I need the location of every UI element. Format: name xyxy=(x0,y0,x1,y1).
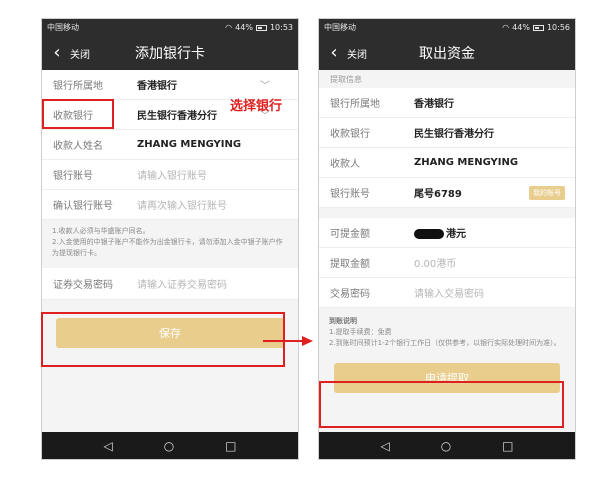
note-line: 1.收款人必须与华盛账户同名。 xyxy=(52,227,150,235)
notice-line: 1.提取手续费：免费 xyxy=(329,328,392,336)
row-bank-account[interactable]: 银行账号 请输入银行账号 xyxy=(42,160,298,190)
redacted-mark xyxy=(414,229,444,239)
recents-square-icon[interactable]: □ xyxy=(502,439,513,453)
field-label: 交易密码 xyxy=(330,289,370,300)
bank-account-input[interactable]: 请输入银行账号 xyxy=(137,167,207,182)
highlight-submit-button xyxy=(319,381,564,428)
carrier-label: 中国移动 xyxy=(324,23,356,32)
phone-screen-add-bank-card: 中国移动 ◠ 44% 10:53 ‹ 关闭 添加银行卡 银行所属地 香港银行 ﹀… xyxy=(41,18,299,460)
row-trade-password[interactable]: 证券交易密码 请输入证券交易密码 xyxy=(42,268,298,300)
battery-icon xyxy=(255,24,267,31)
close-button[interactable]: 关闭 xyxy=(347,46,367,61)
field-label: 收款人姓名 xyxy=(53,141,103,152)
payee-value: ZHANG MENGYING xyxy=(414,157,519,168)
currency-suffix: 港元 xyxy=(446,229,466,240)
annotation-choose-bank: 选择银行 xyxy=(230,99,283,114)
notice: 到账说明 1.提取手续费：免费 2.到账时间预计1-2个银行工作日（仅供参考，以… xyxy=(319,316,575,355)
android-nav-bar: ◁ ○ □ xyxy=(42,432,298,459)
row-receiving-bank: 收款银行 民生银行香港分行 xyxy=(319,118,575,148)
notice-title: 到账说明 xyxy=(329,317,357,325)
trade-password-input[interactable]: 请输入证券交易密码 xyxy=(137,276,227,291)
row-bank-region: 银行所属地 香港银行 xyxy=(319,88,575,118)
home-circle-icon[interactable]: ○ xyxy=(441,439,451,453)
battery-icon xyxy=(532,24,544,31)
my-account-badge: 我的账号 xyxy=(529,185,565,200)
trade-password-input[interactable]: 请输入交易密码 xyxy=(414,285,484,300)
withdraw-amount-input[interactable]: 0.00港币 xyxy=(414,255,456,270)
arrow-right-icon xyxy=(263,336,313,346)
android-nav-bar: ◁ ○ □ xyxy=(319,432,575,459)
bank-region-value: 香港银行 xyxy=(414,99,454,110)
receiving-bank-value: 民生银行香港分行 xyxy=(137,111,217,122)
divider xyxy=(319,208,575,218)
nav-bar: ‹ 关闭 取出资金 xyxy=(319,36,575,70)
recents-square-icon[interactable]: □ xyxy=(225,439,236,453)
notes: 1.收款人必须与华盛账户同名。 2.入金使用的中银子账户不能作为出金银行卡，请勿… xyxy=(42,220,298,268)
status-bar: 中国移动 ◠ 44% 10:56 xyxy=(319,19,575,36)
back-chevron-icon[interactable]: ‹ xyxy=(46,36,68,70)
status-bar: 中国移动 ◠ 44% 10:53 xyxy=(42,19,298,36)
back-triangle-icon[interactable]: ◁ xyxy=(103,439,112,453)
note-line: 2.入金使用的中银子账户不能作为出金银行卡，请勿添加入金中银子账户作为提现银行卡… xyxy=(52,238,283,257)
row-trade-password[interactable]: 交易密码 请输入交易密码 xyxy=(319,278,575,308)
field-label: 提取金额 xyxy=(330,259,370,270)
field-label: 银行所属地 xyxy=(53,81,103,92)
confirm-account-input[interactable]: 请再次输入银行账号 xyxy=(137,197,227,212)
notice-line: 2.到账时间预计1-2个银行工作日（仅供参考，以银行实际处理时间为准）。 xyxy=(329,339,561,347)
highlight-save-button xyxy=(41,312,285,367)
field-label: 收款银行 xyxy=(330,129,370,140)
clock: 10:56 xyxy=(546,23,570,32)
nav-bar: ‹ 关闭 添加银行卡 xyxy=(42,36,298,70)
wifi-icon: ◠ xyxy=(502,23,510,32)
row-payee: 收款人 ZHANG MENGYING xyxy=(319,148,575,178)
bank-region-value: 香港银行 xyxy=(137,81,177,92)
field-label: 确认银行账号 xyxy=(53,201,113,212)
row-payee-name: 收款人姓名 ZHANG MENGYING xyxy=(42,130,298,160)
section-title: 提取信息 xyxy=(319,70,575,88)
receiving-bank-value: 民生银行香港分行 xyxy=(414,129,494,140)
row-withdraw-amount[interactable]: 提取金额 0.00港币 xyxy=(319,248,575,278)
battery-percent: 44% xyxy=(512,23,530,32)
back-triangle-icon[interactable]: ◁ xyxy=(380,439,389,453)
home-circle-icon[interactable]: ○ xyxy=(164,439,174,453)
account-tail-value: 尾号6789 xyxy=(414,189,462,200)
carrier-label: 中国移动 xyxy=(47,23,79,32)
payee-name-value: ZHANG MENGYING xyxy=(137,139,242,150)
available-amount-value: 港元 xyxy=(414,225,466,240)
close-button[interactable]: 关闭 xyxy=(70,46,90,61)
field-label: 银行账号 xyxy=(330,189,370,200)
field-label: 证券交易密码 xyxy=(53,280,113,291)
clock: 10:53 xyxy=(269,23,293,32)
field-label: 可提金额 xyxy=(330,229,370,240)
field-label: 收款人 xyxy=(330,159,360,170)
highlight-receiving-bank xyxy=(42,99,114,129)
field-label: 银行所属地 xyxy=(330,99,380,110)
row-confirm-account[interactable]: 确认银行账号 请再次输入银行账号 xyxy=(42,190,298,220)
battery-percent: 44% xyxy=(235,23,253,32)
chevron-down-icon: ﹀ xyxy=(260,81,270,92)
back-chevron-icon[interactable]: ‹ xyxy=(323,36,345,70)
row-bank-account: 银行账号 尾号6789 我的账号 xyxy=(319,178,575,208)
field-label: 银行账号 xyxy=(53,171,93,182)
wifi-icon: ◠ xyxy=(225,23,233,32)
row-available-amount: 可提金额 港元 xyxy=(319,218,575,248)
